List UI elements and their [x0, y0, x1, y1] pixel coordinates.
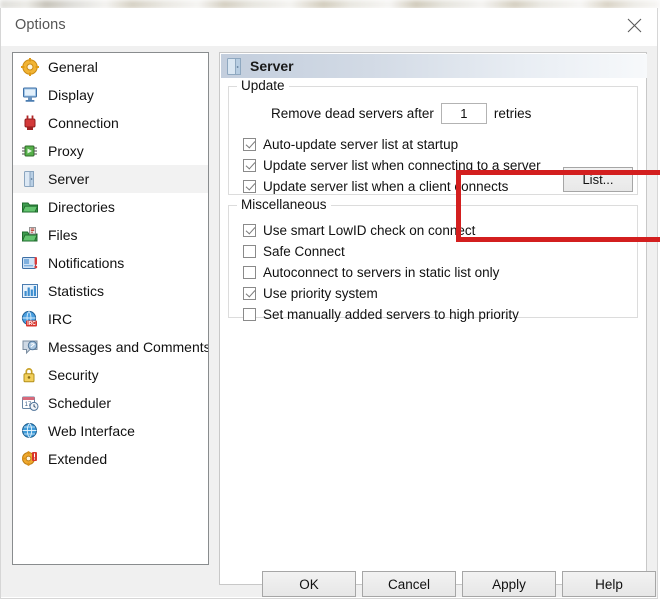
- speech-bubble-icon: [21, 338, 48, 356]
- update-checkbox-1[interactable]: Update server list when connecting to a …: [243, 155, 541, 175]
- checkbox-unchecked-icon[interactable]: [243, 244, 256, 258]
- folder-green-icon: [21, 198, 48, 216]
- sidebar-item-label: Proxy: [48, 143, 84, 159]
- sidebar-item-proxy[interactable]: Proxy: [13, 137, 208, 165]
- category-sidebar[interactable]: General Display Connection Proxy Server Direc…: [12, 52, 209, 565]
- checkbox-label: Auto-update server list at startup: [263, 136, 459, 152]
- plug-icon: [21, 114, 48, 132]
- checkbox-unchecked-icon[interactable]: [243, 307, 256, 321]
- miscellaneous-checkbox-1[interactable]: Safe Connect: [243, 241, 519, 261]
- sidebar-item-general[interactable]: General: [13, 53, 208, 81]
- sidebar-item-label: Notifications: [48, 255, 125, 271]
- update-group-legend: Update: [237, 78, 289, 93]
- update-checkbox-list: Auto-update server list at startup Update…: [243, 134, 541, 197]
- panel-title: Server: [250, 58, 294, 74]
- sidebar-item-label: Statistics: [48, 283, 105, 299]
- remove-dead-servers-row: Remove dead servers after retries: [271, 103, 531, 124]
- ok-button[interactable]: OK: [262, 571, 356, 597]
- checkbox-unchecked-icon[interactable]: [243, 265, 256, 279]
- proxy-icon: [21, 142, 48, 160]
- close-icon[interactable]: [611, 8, 657, 42]
- checkbox-label: Autoconnect to servers in static list on…: [263, 264, 500, 280]
- server-door-icon: [21, 170, 48, 188]
- apply-button[interactable]: Apply: [462, 571, 556, 597]
- sidebar-item-display[interactable]: Display: [13, 81, 208, 109]
- help-button[interactable]: Help: [562, 571, 656, 597]
- svg-text:IRC: IRC: [27, 321, 36, 327]
- sidebar-item-label: Display: [48, 87, 94, 103]
- update-checkbox-0[interactable]: Auto-update server list at startup: [243, 134, 541, 154]
- miscellaneous-checkbox-4[interactable]: Set manually added servers to high prior…: [243, 304, 519, 324]
- checkbox-checked-icon[interactable]: [243, 179, 256, 193]
- checkbox-label: Update server list when a client connect…: [263, 178, 509, 194]
- checkbox-checked-icon[interactable]: [243, 286, 256, 300]
- miscellaneous-checkbox-3[interactable]: Use priority system: [243, 283, 519, 303]
- miscellaneous-group: Miscellaneous Use smart LowID check on c…: [228, 197, 638, 322]
- irc-globe-icon: IRC: [21, 310, 48, 328]
- settings-panel: Server Update Remove dead servers after …: [219, 52, 660, 585]
- dialog-footer: OK Cancel Apply Help: [1, 571, 657, 597]
- sidebar-item-web-interface[interactable]: Web Interface: [13, 417, 208, 445]
- sidebar-item-security[interactable]: Security: [13, 361, 208, 389]
- update-group: Update Remove dead servers after retries…: [228, 78, 638, 197]
- dialog-body: General Display Connection Proxy Server Direc…: [1, 46, 660, 597]
- checkbox-checked-icon[interactable]: [243, 137, 256, 151]
- sidebar-item-notifications[interactable]: Notifications: [13, 249, 208, 277]
- title-bar: Options: [1, 8, 657, 46]
- sidebar-item-irc[interactable]: IRC IRC: [13, 305, 208, 333]
- sidebar-item-label: Directories: [48, 199, 115, 215]
- sidebar-item-connection[interactable]: Connection: [13, 109, 208, 137]
- checkbox-label: Safe Connect: [263, 243, 345, 259]
- miscellaneous-checkbox-list: Use smart LowID check on connect Safe Con…: [243, 220, 519, 325]
- monitor-icon: [21, 86, 48, 104]
- chart-bars-icon: [21, 282, 48, 300]
- sidebar-item-label: Connection: [48, 115, 119, 131]
- cancel-button[interactable]: Cancel: [362, 571, 456, 597]
- update-checkbox-2[interactable]: Update server list when a client connect…: [243, 176, 541, 196]
- gear-icon: [21, 58, 48, 76]
- checkbox-label: Update server list when connecting to a …: [263, 157, 541, 173]
- sidebar-item-label: Scheduler: [48, 395, 112, 411]
- retries-input[interactable]: [440, 103, 487, 124]
- sidebar-item-server[interactable]: Server: [13, 165, 208, 193]
- checkbox-checked-icon[interactable]: [243, 223, 256, 237]
- panel-header: Server: [221, 54, 647, 78]
- calendar-clock-icon: 17: [21, 394, 48, 412]
- miscellaneous-checkbox-0[interactable]: Use smart LowID check on connect: [243, 220, 519, 240]
- server-door-icon: [227, 57, 242, 75]
- sidebar-item-label: Server: [48, 171, 90, 187]
- checkbox-label: Set manually added servers to high prior…: [263, 306, 519, 322]
- gear-alert-icon: [21, 450, 48, 468]
- options-window: Options General Display Connection Proxy Ser…: [0, 8, 660, 599]
- retries-suffix-label: retries: [493, 106, 532, 121]
- sidebar-item-directories[interactable]: Directories: [13, 193, 208, 221]
- padlock-icon: [21, 366, 48, 384]
- sidebar-item-label: Messages and Comments: [48, 339, 209, 355]
- sidebar-item-messages-and-comments[interactable]: Messages and Comments: [13, 333, 208, 361]
- checkbox-label: Use priority system: [263, 285, 378, 301]
- sidebar-item-label: Extended: [48, 451, 108, 467]
- sidebar-item-extended[interactable]: Extended: [13, 445, 208, 473]
- miscellaneous-checkbox-2[interactable]: Autoconnect to servers in static list on…: [243, 262, 519, 282]
- window-title: Options: [15, 17, 66, 33]
- miscellaneous-group-legend: Miscellaneous: [237, 197, 331, 212]
- sidebar-item-scheduler[interactable]: 17 Scheduler: [13, 389, 208, 417]
- checkbox-checked-icon[interactable]: [243, 158, 256, 172]
- sidebar-item-files[interactable]: Files: [13, 221, 208, 249]
- sidebar-item-label: Web Interface: [48, 423, 135, 439]
- sidebar-item-label: IRC: [48, 311, 73, 327]
- sidebar-item-label: Files: [48, 227, 78, 243]
- notification-icon: [21, 254, 48, 272]
- list-button[interactable]: List...: [563, 167, 633, 192]
- sidebar-item-label: General: [48, 59, 98, 75]
- checkbox-label: Use smart LowID check on connect: [263, 222, 476, 238]
- sidebar-item-statistics[interactable]: Statistics: [13, 277, 208, 305]
- globe-icon: [21, 422, 48, 440]
- files-icon: [21, 226, 48, 244]
- sidebar-item-label: Security: [48, 367, 99, 383]
- retries-prefix-label: Remove dead servers after: [271, 106, 434, 121]
